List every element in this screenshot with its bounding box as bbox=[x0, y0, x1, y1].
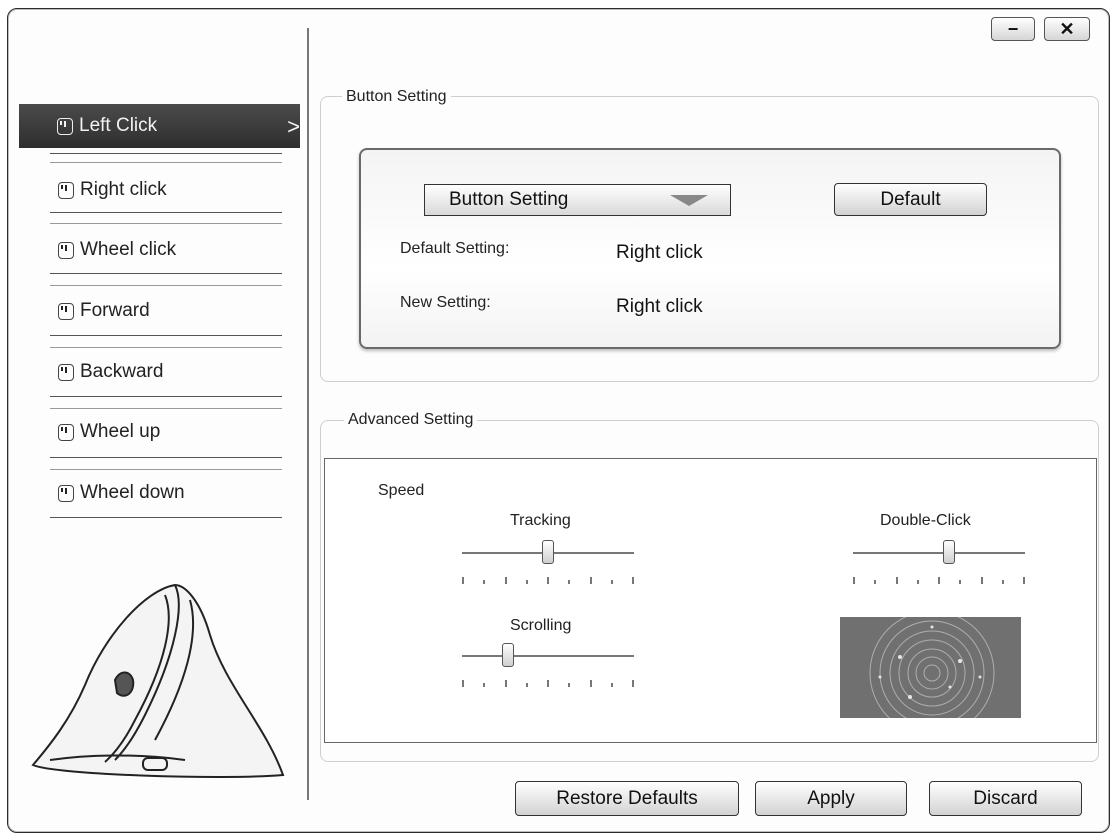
chevron-down-icon bbox=[670, 195, 708, 206]
slider-thumb[interactable] bbox=[502, 643, 515, 667]
close-icon: ✕ bbox=[1059, 18, 1075, 39]
slider-tick bbox=[610, 580, 613, 584]
slider-tick bbox=[525, 683, 528, 687]
slider-tick bbox=[1023, 577, 1025, 584]
sidebar-item-label: Left Click bbox=[79, 115, 158, 136]
slider-tick bbox=[632, 577, 634, 584]
sidebar-item-wheel-click[interactable]: Wheel click bbox=[20, 228, 300, 272]
chevron-right-icon: > bbox=[287, 114, 300, 139]
scrolling-label: Scrolling bbox=[510, 617, 572, 634]
mouse-button-icon bbox=[58, 241, 74, 259]
sidebar-item-wheel-down[interactable]: Wheel down bbox=[20, 471, 300, 515]
tracking-label: Tracking bbox=[510, 512, 571, 529]
slider-track bbox=[853, 552, 1025, 554]
dropdown-value: Button Setting bbox=[449, 189, 569, 210]
slider-tick bbox=[504, 680, 507, 687]
slider-tick bbox=[547, 577, 549, 584]
double-click-test-area[interactable] bbox=[840, 617, 1021, 718]
slider-tick bbox=[895, 577, 898, 584]
default-button[interactable]: Default bbox=[834, 183, 987, 216]
sidebar-item-backward[interactable]: Backward bbox=[20, 350, 300, 394]
slider-tick bbox=[462, 577, 464, 584]
slider-tick bbox=[568, 683, 571, 687]
mouse-button-icon bbox=[58, 484, 74, 502]
sidebar-item-label: Wheel up bbox=[80, 421, 161, 442]
default-setting-label: Default Setting: bbox=[400, 240, 510, 257]
slider-tick bbox=[1001, 580, 1004, 584]
double-click-slider[interactable] bbox=[853, 540, 1025, 585]
slider-tick bbox=[610, 683, 613, 687]
slider-thumb[interactable] bbox=[542, 540, 554, 564]
sidebar-item-label: Wheel down bbox=[80, 482, 185, 503]
slider-track bbox=[462, 655, 634, 657]
sidebar-item-forward[interactable]: Forward bbox=[20, 289, 300, 333]
button-setting-dropdown[interactable]: Button Setting bbox=[424, 184, 731, 216]
slider-ticks bbox=[462, 680, 634, 687]
discard-button[interactable]: Discard bbox=[929, 781, 1082, 816]
speed-label: Speed bbox=[378, 482, 425, 499]
double-click-label: Double-Click bbox=[880, 512, 971, 529]
slider-tick bbox=[589, 680, 592, 687]
vertical-mouse-illustration bbox=[31, 583, 285, 778]
mouse-button-icon bbox=[58, 363, 74, 381]
sidebar-item-label: Wheel click bbox=[80, 239, 177, 260]
slider-tick bbox=[462, 680, 464, 687]
sidebar-item-label: Backward bbox=[80, 361, 164, 382]
mouse-button-icon bbox=[58, 423, 74, 441]
slider-tick bbox=[938, 577, 940, 584]
tracking-slider[interactable] bbox=[462, 540, 634, 585]
minimize-icon: − bbox=[1007, 18, 1019, 39]
slider-tick bbox=[589, 577, 592, 584]
slider-tick bbox=[483, 580, 486, 584]
apply-button[interactable]: Apply bbox=[755, 781, 907, 816]
slider-tick bbox=[632, 680, 634, 687]
minimize-button[interactable]: − bbox=[991, 17, 1035, 41]
sidebar-item-label: Forward bbox=[80, 300, 150, 321]
sidebar-item-left-click[interactable]: Left Click > bbox=[19, 104, 300, 148]
sidebar-item-wheel-up[interactable]: Wheel up bbox=[20, 410, 300, 454]
slider-tick bbox=[853, 577, 855, 584]
button-setting-title: Button Setting bbox=[342, 88, 451, 106]
slider-tick bbox=[568, 580, 571, 584]
new-setting-label: New Setting: bbox=[400, 294, 491, 311]
slider-tick bbox=[959, 580, 962, 584]
mouse-button-icon bbox=[58, 181, 74, 199]
close-button[interactable]: ✕ bbox=[1044, 17, 1090, 41]
advanced-setting-title: Advanced Setting bbox=[344, 411, 478, 429]
sidebar-divider bbox=[307, 28, 309, 800]
slider-tick bbox=[525, 580, 528, 584]
sidebar-item-right-click[interactable]: Right click bbox=[20, 168, 300, 212]
restore-defaults-button[interactable]: Restore Defaults bbox=[515, 781, 739, 816]
slider-ticks bbox=[853, 577, 1025, 584]
slider-tick bbox=[483, 683, 486, 687]
sidebar-item-label: Right click bbox=[80, 179, 167, 200]
slider-ticks bbox=[462, 577, 634, 584]
slider-tick bbox=[504, 577, 507, 584]
mouse-button-icon bbox=[58, 302, 74, 320]
ripple-preview-image bbox=[840, 617, 1021, 718]
new-setting-value: Right click bbox=[616, 296, 703, 317]
slider-tick bbox=[916, 580, 919, 584]
scrolling-slider[interactable] bbox=[462, 643, 634, 688]
default-setting-value: Right click bbox=[616, 242, 703, 263]
slider-tick bbox=[547, 680, 549, 687]
slider-thumb[interactable] bbox=[943, 540, 956, 564]
slider-tick bbox=[874, 580, 877, 584]
slider-tick bbox=[980, 577, 983, 584]
mouse-button-icon bbox=[57, 117, 73, 135]
